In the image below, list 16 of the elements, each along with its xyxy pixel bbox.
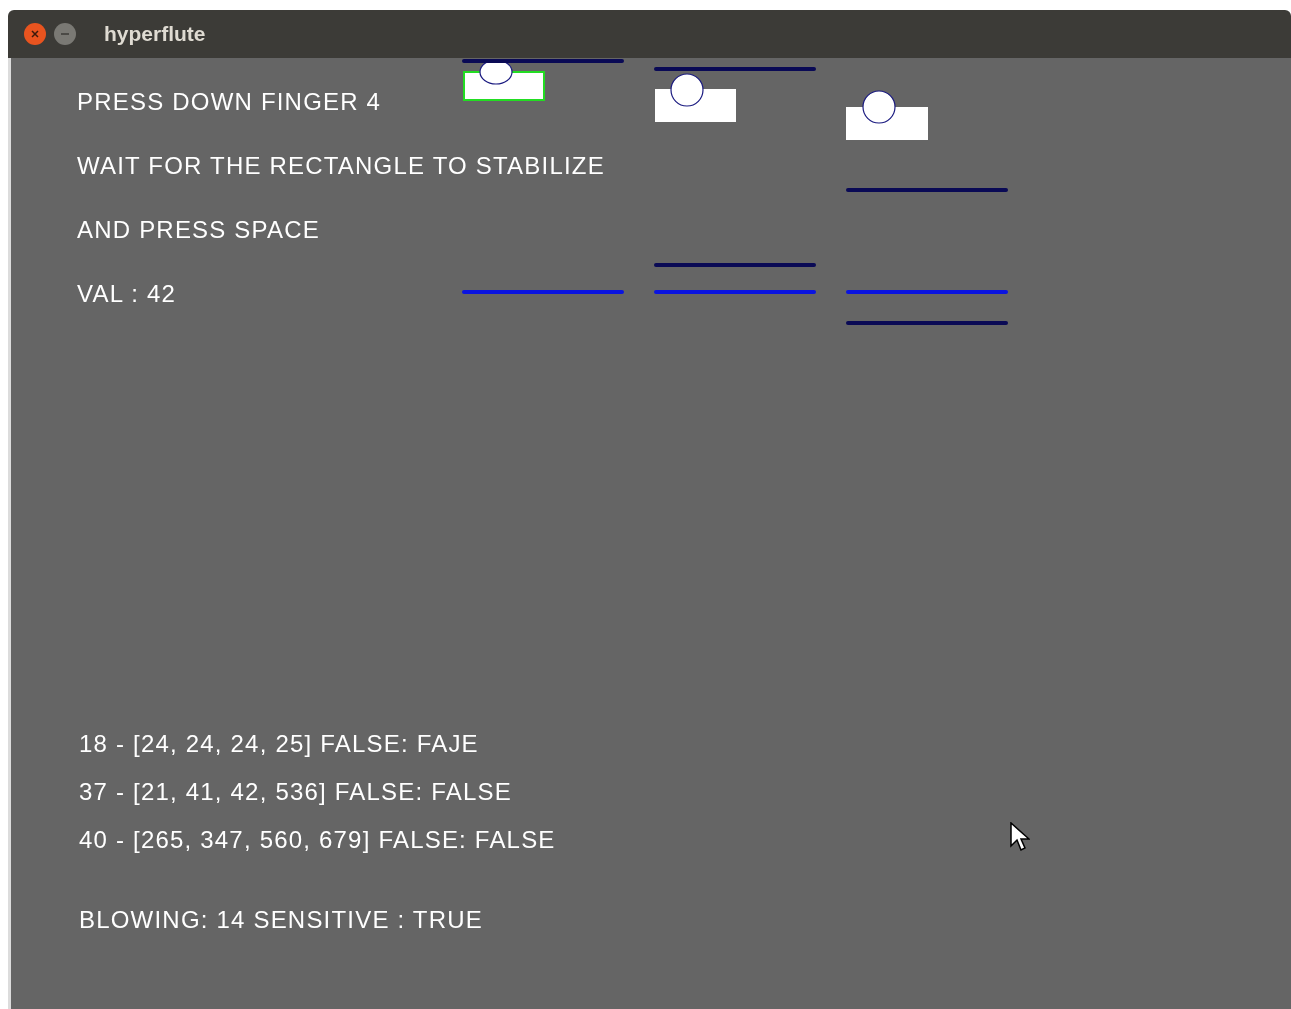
finger-circle [670, 73, 704, 107]
value-text: VAL : 42 [77, 280, 176, 308]
finger-circle [862, 90, 896, 124]
instruction-text: PRESS DOWN FINGER 4 [77, 88, 382, 116]
cursor-icon [1010, 822, 1030, 852]
close-icon [30, 29, 40, 39]
minimize-button[interactable] [54, 23, 76, 45]
sensor-readout: 40 - [265, 347, 560, 679] FALSE: FALSE [79, 826, 556, 854]
instruction-text: AND PRESS SPACE [77, 216, 320, 244]
minimize-icon [60, 32, 70, 36]
sensor-readout: 37 - [21, 41, 42, 536] FALSE: FALSE [79, 778, 512, 806]
window-title: hyperflute [104, 21, 206, 48]
close-button[interactable] [24, 23, 46, 45]
instruction-text: WAIT FOR THE RECTANGLE TO STABILIZE [77, 152, 605, 180]
status-text: BLOWING: 14 SENSITIVE : TRUE [79, 906, 483, 934]
sensor-readout: 18 - [24, 24, 24, 25] FALSE: FAJE [79, 730, 479, 758]
